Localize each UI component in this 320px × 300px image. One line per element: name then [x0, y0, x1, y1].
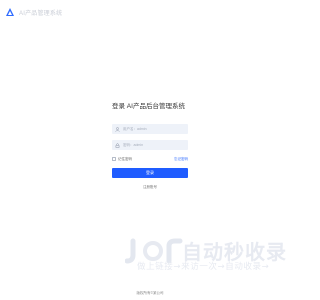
username-input[interactable] [122, 124, 188, 134]
options-row: 记住密码 忘记密码 [112, 156, 188, 162]
triangle-logo-icon [6, 8, 14, 16]
login-title: 登录 AI产品后台管理系统 [112, 103, 185, 110]
username-field[interactable] [112, 124, 188, 134]
lock-icon [112, 140, 122, 150]
top-bar: AI产品管理系统 [5, 6, 62, 18]
remember-label: 记住密码 [118, 156, 132, 161]
register-link[interactable]: 注册账号 [112, 185, 188, 190]
user-icon [112, 124, 122, 134]
remember-password[interactable]: 记住密码 [112, 157, 132, 162]
password-input[interactable] [122, 140, 188, 150]
remember-checkbox[interactable] [112, 157, 116, 161]
watermark-subtitle: 做上链接→来访一次→自动收录→ [137, 262, 270, 272]
login-button[interactable]: 登录 [112, 168, 188, 178]
brand-name: AI产品管理系统 [19, 10, 63, 17]
footer-copyright: 版权所有©某公司 [136, 291, 164, 295]
watermark: 自动秒收录 做上链接→来访一次→自动收录→ [125, 238, 286, 278]
login-panel: 登录 AI产品后台管理系统 记住密码 忘记密码 登录 注册账号 [112, 100, 188, 190]
password-field[interactable] [112, 140, 188, 150]
forgot-password-link[interactable]: 忘记密码 [174, 157, 188, 162]
